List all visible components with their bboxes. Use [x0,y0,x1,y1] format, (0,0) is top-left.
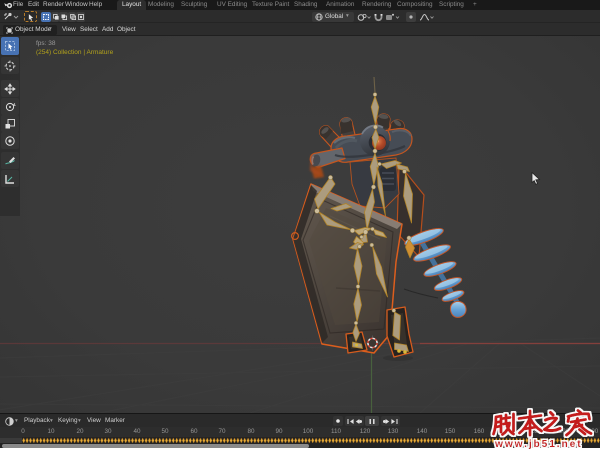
svg-text:www.jb51.net: www.jb51.net [494,439,583,450]
